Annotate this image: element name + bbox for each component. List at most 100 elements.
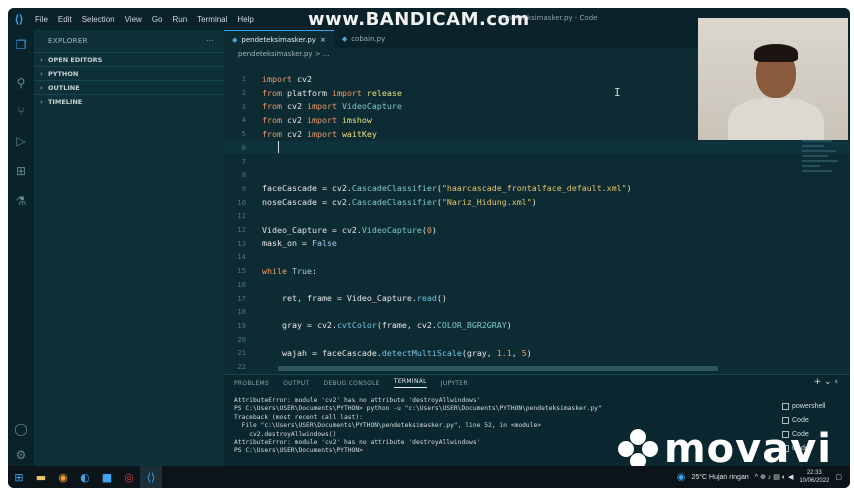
chevron-right-icon: › xyxy=(40,97,43,106)
code-token: "Nariz_Hidung.xml" xyxy=(441,197,532,208)
code-line[interactable]: 13 mask_on = False xyxy=(224,236,850,250)
search-icon[interactable]: ⚲ xyxy=(12,74,30,92)
code-line[interactable]: 6 xyxy=(224,140,850,155)
code-token: gray = cv2. xyxy=(262,320,337,331)
line-number: 4 xyxy=(241,115,246,125)
panel-tab-problems[interactable]: PROBLEMS xyxy=(234,380,269,387)
panel-tabs: PROBLEMS OUTPUT DEBUG CONSOLE TERMINAL J… xyxy=(224,375,850,391)
breadcrumb[interactable]: pendeteksimasker.py > ... xyxy=(238,50,330,58)
code-line[interactable]: 15 while True: xyxy=(224,264,850,278)
terminal-icon xyxy=(782,416,789,424)
close-icon[interactable]: × xyxy=(320,36,326,44)
section-python[interactable]: › PYTHON xyxy=(34,66,224,80)
code-line[interactable]: 11 xyxy=(224,209,850,223)
chevron-right-icon: › xyxy=(40,83,43,92)
code-line[interactable]: 14 xyxy=(224,250,850,264)
menu-terminal[interactable]: Terminal xyxy=(192,15,232,24)
tab-label: pendeteksimasker.py xyxy=(241,35,316,44)
windows-start-icon[interactable]: ⊞ xyxy=(8,466,30,488)
code-line[interactable]: 10 noseCascade = cv2.CascadeClassifier("N… xyxy=(224,195,850,209)
tab-cobain[interactable]: ◆ cobain.py xyxy=(334,30,393,48)
terminal-instance-powershell[interactable]: powershell xyxy=(782,399,846,413)
terminal-line: Traceback (most recent call last): xyxy=(234,413,363,421)
panel-tab-jupyter[interactable]: JUPYTER xyxy=(441,380,468,387)
code-line[interactable]: 17 ret, frame = Video_Capture.read() xyxy=(224,291,850,305)
store-icon[interactable]: ■ xyxy=(96,466,118,488)
panel-tab-terminal[interactable]: TERMINAL xyxy=(393,378,427,388)
clock-date: 10/06/2022 xyxy=(799,478,830,484)
code-token: import xyxy=(262,73,297,84)
menu-go[interactable]: Go xyxy=(147,15,168,24)
code-text: wajah = faceCascade.detectMultiScale(gra… xyxy=(262,348,532,358)
section-open-editors[interactable]: › OPEN EDITORS xyxy=(34,52,224,66)
code-token: True xyxy=(291,265,312,276)
code-token: : xyxy=(311,265,317,276)
menu-help[interactable]: Help xyxy=(232,15,258,24)
section-timeline[interactable]: › TIMELINE xyxy=(34,94,224,108)
code-line[interactable]: 9 faceCascade = cv2.CascadeClassifier("ha… xyxy=(224,182,850,196)
code-line[interactable]: 20 xyxy=(224,332,850,346)
vscode-taskbar-icon[interactable]: ⟨⟩ xyxy=(140,466,162,488)
terminal-icon xyxy=(782,402,789,410)
menu-file[interactable]: File xyxy=(30,15,53,24)
code-token: VideoCapture xyxy=(341,101,402,112)
tray-icons[interactable]: ^ ⊕ ♪ ▤ ◐ ◀ xyxy=(755,473,794,481)
code-token: ) xyxy=(431,224,437,235)
terminal-line: AttributeError: module 'cv2' has no attr… xyxy=(234,397,481,404)
line-number: 9 xyxy=(241,183,246,193)
file-explorer-icon[interactable]: ▬ xyxy=(30,466,52,488)
menu-edit[interactable]: Edit xyxy=(53,15,77,24)
code-token: ret, frame = Video_Capture. xyxy=(262,293,417,304)
settings-gear-icon[interactable]: ⚙ xyxy=(12,446,30,464)
tab-pendeteksimasker[interactable]: ◆ pendeteksimasker.py × xyxy=(224,30,334,48)
account-icon[interactable]: ◯ xyxy=(12,420,30,438)
run-debug-icon[interactable]: ▷ xyxy=(12,132,30,150)
screen-frame: ⟨⟩ File Edit Selection View Go Run Termi… xyxy=(8,8,850,488)
panel-tab-output[interactable]: OUTPUT xyxy=(283,380,309,387)
record-icon[interactable]: ◎ xyxy=(118,466,140,488)
code-token: ) xyxy=(526,347,532,358)
code-line[interactable]: 19 gray = cv2.cvtColor(frame, cv2.COLOR_… xyxy=(224,319,850,333)
sidebar-title: EXPLORER xyxy=(48,37,88,45)
section-label: OUTLINE xyxy=(48,83,80,92)
code-line[interactable]: 8 xyxy=(224,168,850,182)
line-number: 18 xyxy=(237,307,246,317)
testing-icon[interactable]: ⚗ xyxy=(12,192,30,210)
chevron-right-icon: › xyxy=(40,69,43,78)
line-number: 16 xyxy=(237,279,246,289)
menu-selection[interactable]: Selection xyxy=(77,15,120,24)
source-control-icon[interactable]: ⑂ xyxy=(12,102,30,120)
code-text: from cv2 import VideoCapture xyxy=(262,101,402,111)
clock[interactable]: 22:33 10/06/2022 xyxy=(799,469,829,485)
python-file-icon: ◆ xyxy=(232,35,238,44)
more-actions-icon[interactable]: ··· xyxy=(206,37,214,45)
code-line[interactable]: 18 xyxy=(224,305,850,319)
terminal-instance-code[interactable]: Code xyxy=(782,413,846,427)
menu-view[interactable]: View xyxy=(120,15,147,24)
code-token: cv2 xyxy=(296,73,312,84)
code-line[interactable]: 21 wajah = faceCascade.detectMultiScale(… xyxy=(224,346,850,360)
menu-run[interactable]: Run xyxy=(167,15,192,24)
minimap[interactable] xyxy=(802,140,842,300)
code-line[interactable]: 12 Video_Capture = cv2.VideoCapture(0) xyxy=(224,223,850,237)
code-line[interactable]: 7 xyxy=(224,154,850,168)
extensions-icon[interactable]: ⊞ xyxy=(12,162,30,180)
line-number: 19 xyxy=(237,320,246,330)
panel-actions[interactable]: + ⌄ ‹ xyxy=(814,377,838,387)
horizontal-scrollbar[interactable] xyxy=(278,366,718,371)
bandicam-watermark: www.BANDICAM.com xyxy=(308,8,530,30)
section-outline[interactable]: › OUTLINE xyxy=(34,80,224,94)
tray-app-icon[interactable]: ◉ xyxy=(677,472,686,483)
line-number: 8 xyxy=(241,170,246,180)
explorer-icon[interactable]: ❐ xyxy=(12,36,30,54)
chrome-icon[interactable]: ◉ xyxy=(52,466,74,488)
code-line[interactable]: 16 xyxy=(224,278,850,292)
edge-icon[interactable]: ◐ xyxy=(74,466,96,488)
section-label: TIMELINE xyxy=(48,97,83,106)
line-number: 14 xyxy=(237,252,246,262)
code-token: ) xyxy=(626,183,632,194)
notification-icon[interactable]: ▢ xyxy=(835,473,842,481)
weather-widget[interactable]: 25°C Hujan ringan xyxy=(691,474,748,481)
code-text: import cv2 xyxy=(262,74,312,84)
panel-tab-debug-console[interactable]: DEBUG CONSOLE xyxy=(323,380,379,387)
